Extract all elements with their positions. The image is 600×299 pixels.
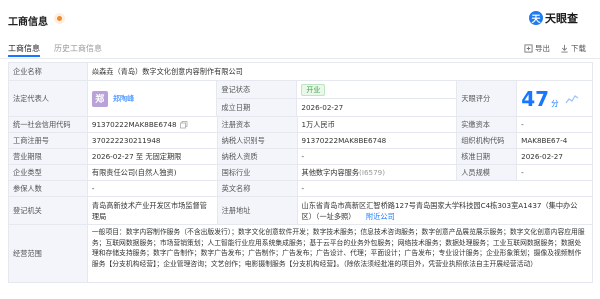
table-row: 工商注册号 370222230211948 纳税人识别号 91370222MAK… [9,133,593,149]
reg-no-value: 370222230211948 [88,133,218,148]
paid-capital-value: - [517,117,593,132]
download-button[interactable]: 下载 [560,43,586,54]
term-value: 2026-02-27 至 无固定期限 [88,149,218,164]
taxpayer-qual-label: 纳税人资质 [217,149,298,164]
reg-no-label: 工商注册号 [9,133,88,148]
english-name-label: 英文名称 [217,181,298,196]
company-name-label: 企业名称 [9,63,88,80]
english-name-value: - [298,181,594,196]
orange-dot-icon [54,13,65,24]
insured-value: - [88,181,218,196]
export-icon [524,44,533,53]
industry-code: (I6579) [359,168,386,177]
org-code-label: 组织机构代码 [457,133,518,148]
legal-rep-name-link[interactable]: 郑陶峰 [113,94,135,104]
section-header: 工商信息 天 天眼查 [0,0,600,36]
uscc-label: 统一社会信用代码 [9,117,88,132]
table-row: 参保人数 - 英文名称 - [9,181,594,197]
download-icon [561,44,568,53]
address-value: 山东省青岛市高新区汇智桥路127号青岛国家大学科技园C4栋303室A1437（集… [301,201,578,221]
nearby-companies-link[interactable]: 附近公司 [366,212,395,221]
toolbar: 导出 下载 [514,43,586,54]
score-cell[interactable]: 47 分 [517,81,593,116]
copy-icon[interactable] [179,120,188,129]
founded-row: 成立日期 2026-02-27 [217,99,458,116]
uscc-value: 91370222MAK8BE6748 [91,120,177,129]
table-row: 营业期限 2026-02-27 至 无固定期限 纳税人资质 - 核准日期 202… [9,149,593,165]
industry-label: 国标行业 [217,165,298,180]
table-row: 企业类型 有限责任公司(自然人独资) 国标行业 其他数字内容服务 (I6579)… [9,165,593,181]
tianyancha-logo[interactable]: 天 天眼查 [529,10,578,26]
sparkline-icon [565,94,578,103]
status-date-group: 登记状态 开业 成立日期 2026-02-27 [217,81,458,116]
download-label: 下载 [571,44,586,53]
taxpayer-id-label: 纳税人识别号 [217,133,298,148]
export-label: 导出 [535,44,550,53]
table-row: 统一社会信用代码 91370222MAK8BE6748 注册资本 1万人民币 实… [9,117,593,133]
company-type-value: 有限责任公司(自然人独资) [88,165,218,180]
table-row: 企业名称 焱森垚（青岛）数字文化创意内容制作有限公司 [9,63,593,81]
reg-capital-label: 注册资本 [217,117,298,132]
company-type-label: 企业类型 [9,165,88,180]
status-label: 登记状态 [217,81,298,98]
address-cell: 山东省青岛市高新区汇智桥路127号青岛国家大学科技园C4栋303室A1437（集… [298,197,594,224]
staff-size-label: 人员规模 [457,165,518,180]
scope-label: 经营范围 [9,225,88,282]
section-title: 工商信息 [8,17,48,28]
score-label: 天眼评分 [457,81,518,116]
scope-value: 一般项目：数字内容制作服务（不含出版发行）；数字文化创意软件开发；数字技术服务；… [88,225,593,282]
legal-rep-cell: 郑 郑陶峰 [88,81,218,116]
insured-label: 参保人数 [9,181,88,196]
legal-rep-label: 法定代表人 [9,81,88,116]
export-button[interactable]: 导出 [524,43,550,54]
staff-size-value: - [517,165,593,180]
paid-capital-label: 实缴资本 [457,117,518,132]
tabs-divider [0,58,600,59]
status-row: 登记状态 开业 [217,81,458,99]
score-value: 47 [521,86,550,111]
approval-date-label: 核准日期 [457,149,518,164]
tab-history-business-info[interactable]: 历史工商信息 [54,43,102,57]
term-label: 营业期限 [9,149,88,164]
tab-business-info[interactable]: 工商信息 [8,43,40,57]
authority-label: 登记机关 [9,197,88,224]
status-cell: 开业 [297,81,458,98]
tab-bar: 工商信息 历史工商信息 [8,43,116,57]
business-info-table: 企业名称 焱森垚（青岛）数字文化创意内容制作有限公司 法定代表人 郑 郑陶峰 登… [8,62,594,283]
taxpayer-qual-value: - [298,149,458,164]
approval-date-value: 2026-02-27 [517,149,593,164]
founded-value: 2026-02-27 [297,99,458,116]
founded-label: 成立日期 [217,99,298,116]
industry-cell: 其他数字内容服务 (I6579) [298,165,458,180]
tianyancha-mark-icon: 天 [529,11,543,25]
table-row: 法定代表人 郑 郑陶峰 登记状态 开业 成立日期 2026-02-27 天眼评分… [9,81,593,117]
tianyancha-logo-text: 天眼查 [545,12,578,25]
avatar: 郑 [91,90,108,107]
taxpayer-id-value: 91370222MAK8BE6748 [298,133,458,148]
company-name-value[interactable]: 焱森垚（青岛）数字文化创意内容制作有限公司 [88,63,593,80]
reg-capital-value: 1万人民币 [298,117,458,132]
uscc-cell: 91370222MAK8BE6748 [88,117,218,132]
address-label: 注册地址 [217,197,298,224]
table-row: 登记机关 青岛高新技术产业开发区市场监督管理局 注册地址 山东省青岛市高新区汇智… [9,197,594,225]
table-row: 经营范围 一般项目：数字内容制作服务（不含出版发行）；数字文化创意软件开发；数字… [9,225,593,283]
org-code-value: MAK8BE67-4 [517,133,593,148]
authority-value: 青岛高新技术产业开发区市场监督管理局 [88,197,218,224]
status-badge: 开业 [301,83,326,96]
score-unit: 分 [551,98,559,108]
industry-value: 其他数字内容服务 [301,167,360,177]
